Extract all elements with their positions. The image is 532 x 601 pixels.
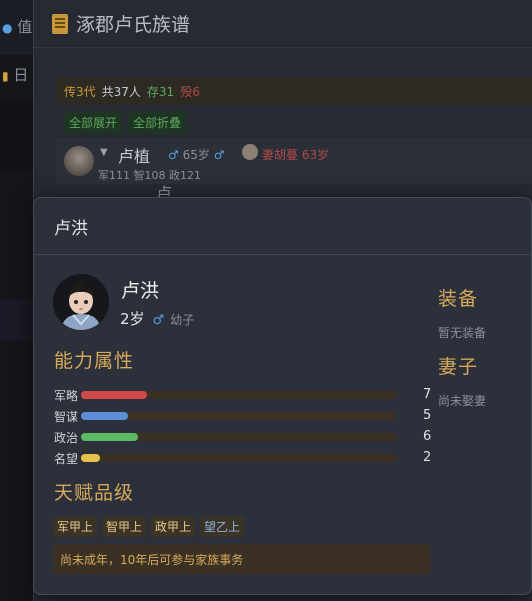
ability-row: 军略 7 [54, 387, 434, 403]
alive-count: 存31 [146, 84, 175, 99]
minor-status-note: 尚未成年，10年后可参与家族事务 [53, 544, 430, 574]
panel-header: 涿郡卢氏族谱 [34, 0, 532, 48]
abilities-section-title: 能力属性 [54, 350, 135, 372]
ability-bar-fill [81, 454, 100, 462]
family-member-row[interactable]: ▼ 卢植 ♂ 65岁 ♂ 妻胡蔓 63岁 军111 智108 政121 [56, 138, 532, 184]
ability-value: 7 [423, 387, 432, 402]
ability-label: 智谋 [54, 410, 79, 424]
ability-label: 军略 [54, 389, 79, 403]
ability-row: 政治 6 [54, 429, 434, 445]
ability-bar-fill [81, 433, 138, 441]
member-name: 卢植 [118, 147, 151, 166]
tree-controls: 全部展开 全部折叠 [64, 111, 187, 134]
member-detail-modal: 卢洪 卢洪 2岁 ♂ 幼子 能力属性 军略 7 智谋 5 政治 6 名望 2 天赋品级 军甲上 智… [33, 197, 532, 595]
dead-count: 殁6 [180, 84, 200, 99]
character-name: 卢洪 [121, 280, 160, 302]
talent-tag: 望乙上 [200, 516, 245, 537]
generations-count: 传3代 [64, 84, 96, 99]
ability-value: 5 [423, 408, 432, 423]
modal-title: 卢洪 [54, 218, 88, 239]
ability-label: 名望 [54, 452, 79, 466]
book-icon: ▮ [2, 69, 9, 83]
ability-value: 6 [423, 429, 432, 444]
collapse-all-button[interactable]: 全部折叠 [128, 111, 187, 134]
ability-bar-track [81, 433, 397, 441]
equipment-empty-text: 暂无装备 [438, 326, 487, 340]
ability-row: 名望 2 [54, 450, 434, 466]
collapse-arrow-icon[interactable]: ▼ [100, 147, 108, 158]
spouse-section-title: 妻子 [438, 356, 479, 378]
expand-all-button[interactable]: 全部展开 [64, 111, 123, 134]
member-age: ♂ 65岁 ♂ [168, 148, 225, 162]
male-icon: ♂ [168, 148, 179, 162]
ability-label: 政治 [54, 431, 79, 445]
avatar [64, 146, 94, 176]
character-age: 2岁 [120, 310, 145, 328]
modal-header: 卢洪 [34, 198, 531, 255]
person-icon: ● [2, 21, 13, 35]
male-icon: ♂ [213, 148, 225, 162]
talent-tag: 智甲上 [102, 516, 147, 537]
genealogy-book-icon [52, 13, 68, 34]
ability-bar-track [81, 412, 397, 420]
spouse-info: 妻胡蔓 63岁 [262, 148, 330, 162]
background-sidebar: ● 值 ▮ 日 [0, 0, 36, 601]
panel-title: 涿郡卢氏族谱 [76, 14, 191, 36]
talent-tag: 军甲上 [53, 516, 98, 537]
ability-bar-track [81, 454, 397, 462]
ability-bar-track [81, 391, 397, 399]
total-count: 共37人 [101, 84, 141, 99]
ability-row: 智谋 5 [54, 408, 434, 424]
talents-section-title: 天赋品级 [54, 482, 135, 504]
equipment-section-title: 装备 [438, 288, 479, 310]
character-info: 2岁 ♂ 幼子 [120, 308, 194, 329]
ability-bar-fill [81, 412, 128, 420]
character-role: 幼子 [170, 313, 195, 327]
ability-bar-fill [81, 391, 147, 399]
talent-tag: 政甲上 [151, 516, 196, 537]
child-portrait-avatar [53, 274, 109, 330]
spouse-avatar [242, 144, 258, 160]
family-stats-bar: 传3代 共37人 存31 殁6 [56, 77, 532, 105]
male-icon: ♂ [152, 313, 165, 328]
spouse-empty-text: 尚未娶妻 [438, 394, 487, 408]
sidebar-item-fragment[interactable]: ● 值 [2, 16, 32, 37]
ability-value: 2 [423, 450, 432, 465]
member-stats: 军111 智108 政121 [98, 169, 201, 182]
talent-tags: 军甲上 智甲上 政甲上 望乙上 [53, 516, 245, 537]
sidebar-item-fragment[interactable]: ▮ 日 [2, 64, 28, 85]
